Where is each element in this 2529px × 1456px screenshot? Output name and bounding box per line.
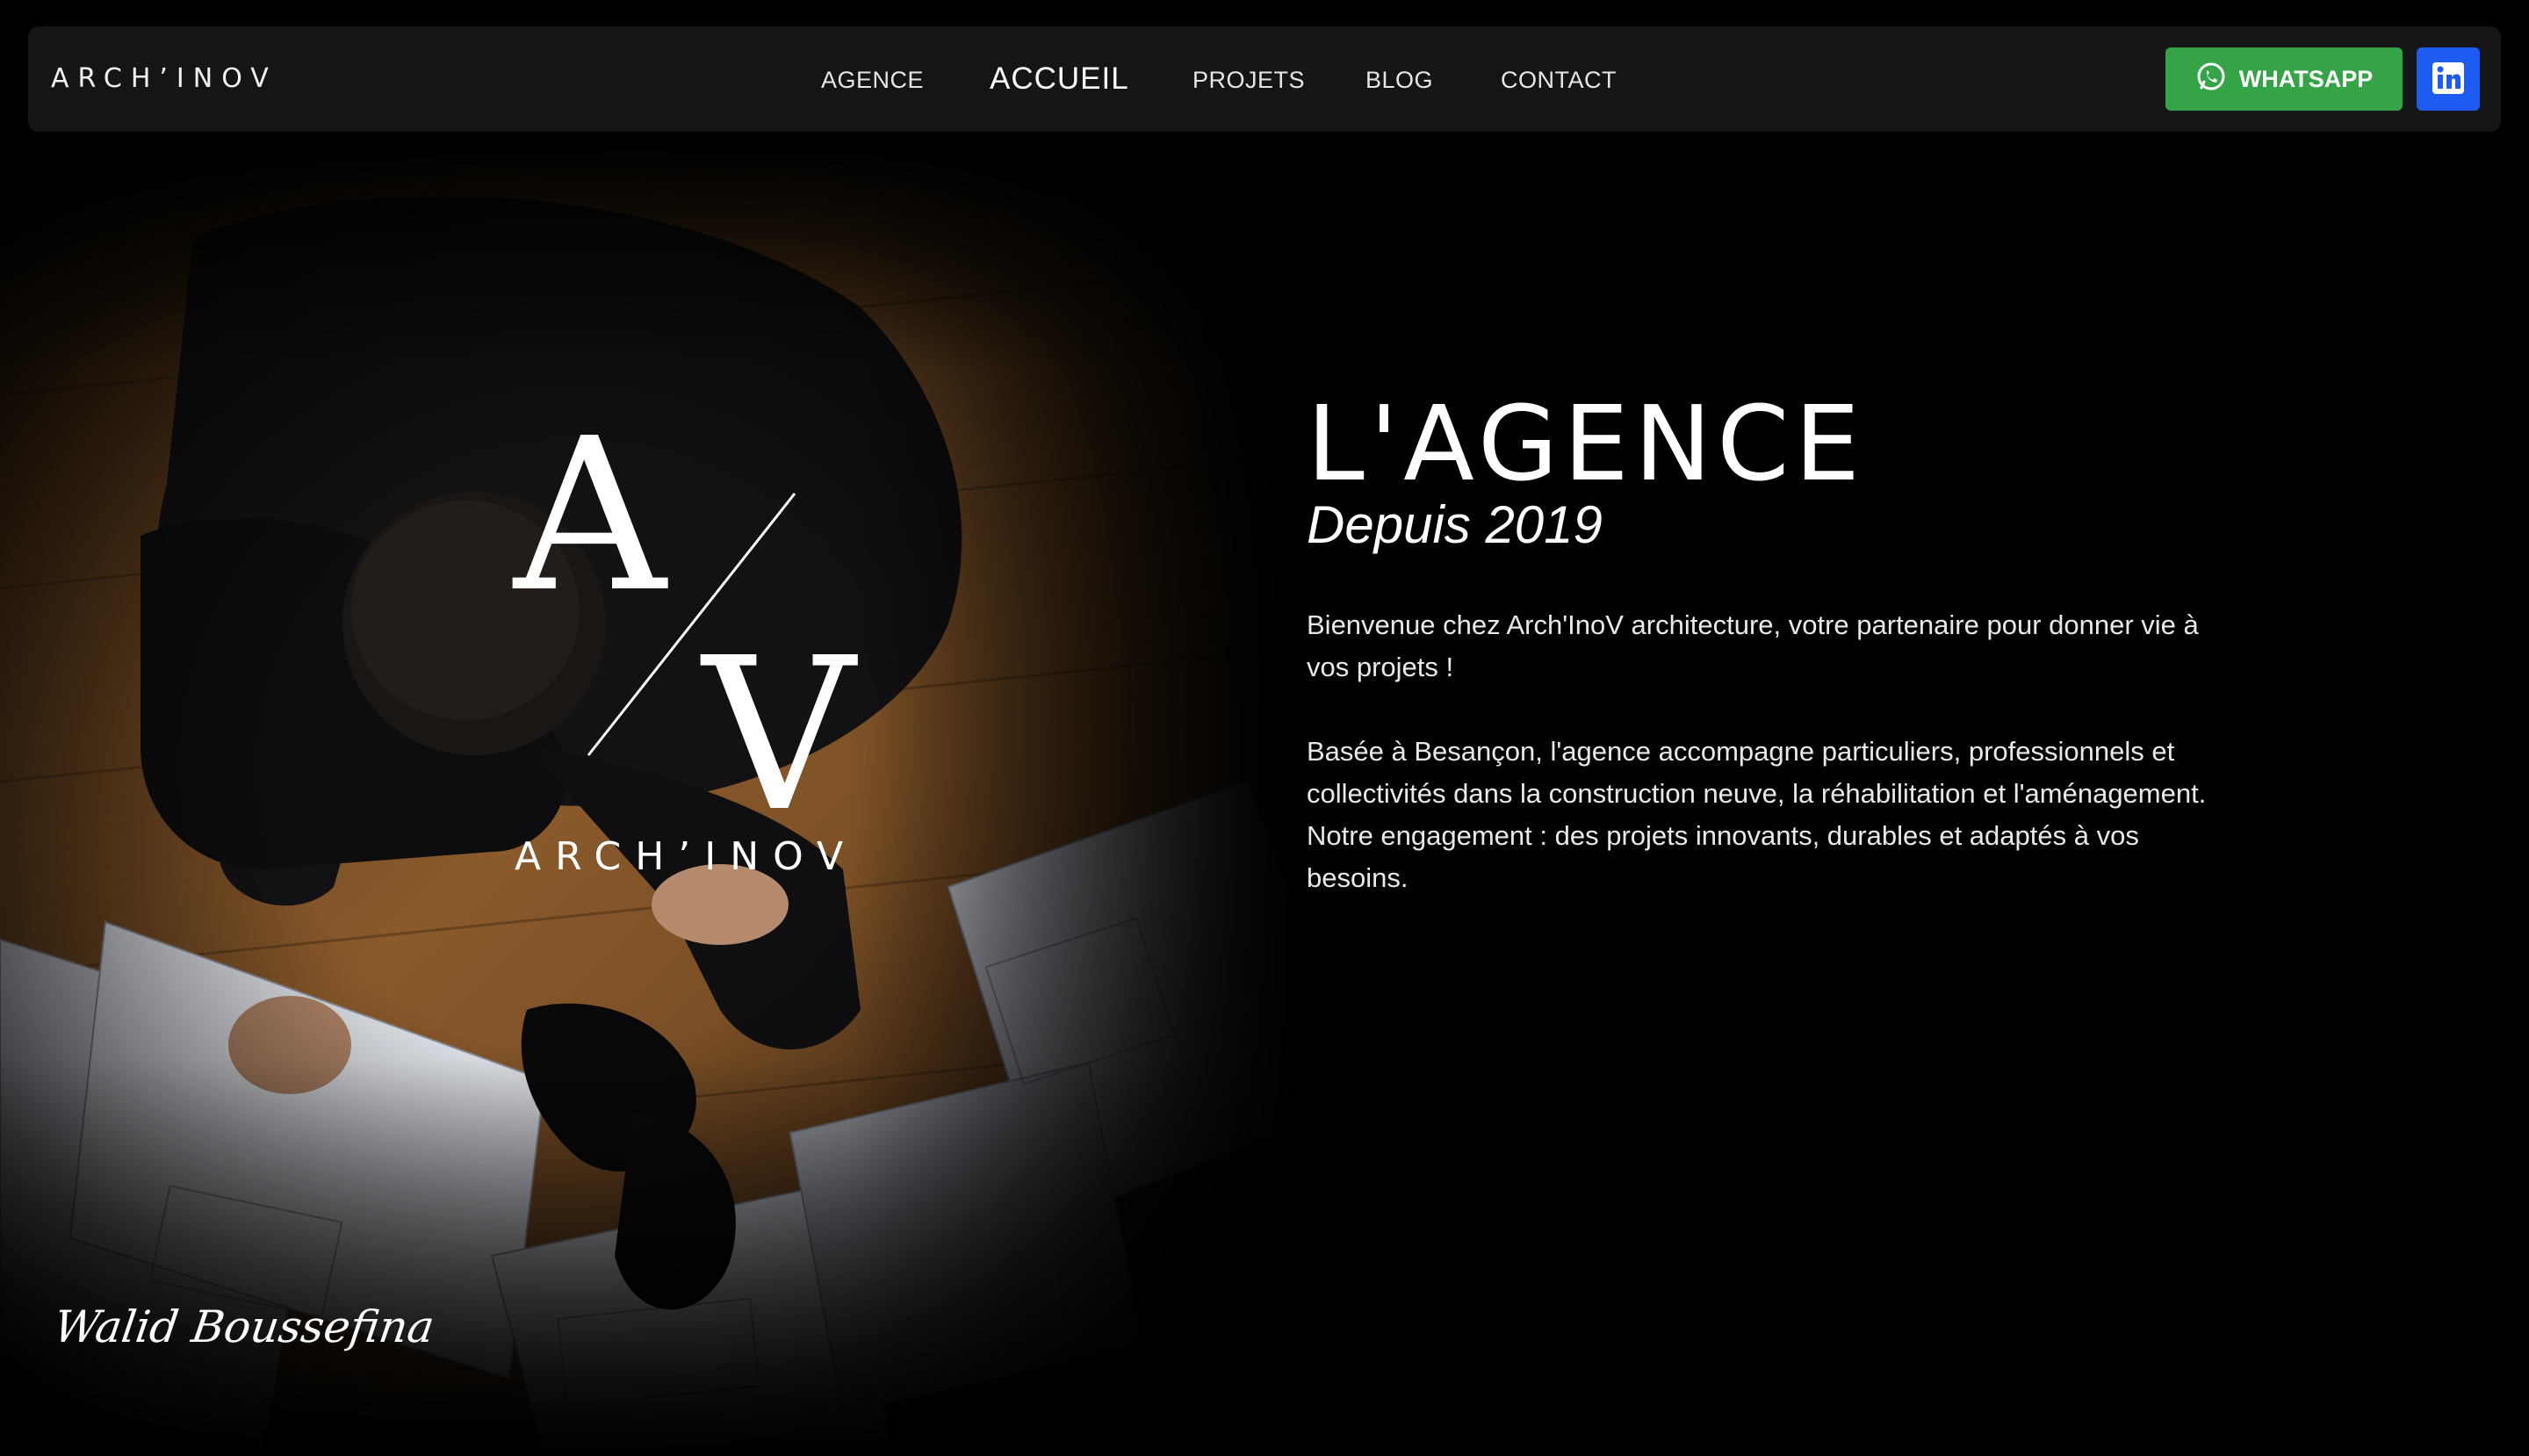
section-title: L'AGENCE [1307,383,1866,504]
whatsapp-button[interactable]: WHATSAPP [2165,47,2403,111]
logo-monogram: A V [492,393,896,858]
main-nav: AGENCE ACCUEIL PROJETS BLOG CONTACT [28,26,2501,132]
navbar: ARCH’INOV AGENCE ACCUEIL PROJETS BLOG CO… [28,26,2501,132]
nav-accueil[interactable]: ACCUEIL [990,61,1129,97]
whatsapp-icon [2195,61,2227,98]
section-subtitle: Depuis 2019 [1307,495,1603,554]
nav-contact[interactable]: CONTACT [1501,67,1617,94]
page: A V ARCH’INOV Walid Boussefina ARCH’INOV… [0,0,2529,1456]
signature: Walid Boussefina [50,1301,438,1352]
nav-projets[interactable]: PROJETS [1192,67,1305,94]
linkedin-button[interactable] [2417,47,2480,111]
nav-agence[interactable]: AGENCE [821,67,924,94]
linkedin-icon [2431,61,2466,98]
whatsapp-label: WHATSAPP [2238,65,2374,92]
intro-paragraph: Bienvenue chez Arch'InoV architecture, v… [1307,609,2199,682]
agency-section: L'AGENCE Depuis 2019 Bienvenue chez Arch… [1307,386,2229,899]
nav-blog[interactable]: BLOG [1365,67,1433,94]
logo-wordmark: ARCH’INOV [515,834,858,879]
logo-letter-v: V [700,612,858,825]
description-paragraph: Basée à Besançon, l'agence accompagne pa… [1307,736,2207,893]
logo-letter-a: A [512,413,668,638]
